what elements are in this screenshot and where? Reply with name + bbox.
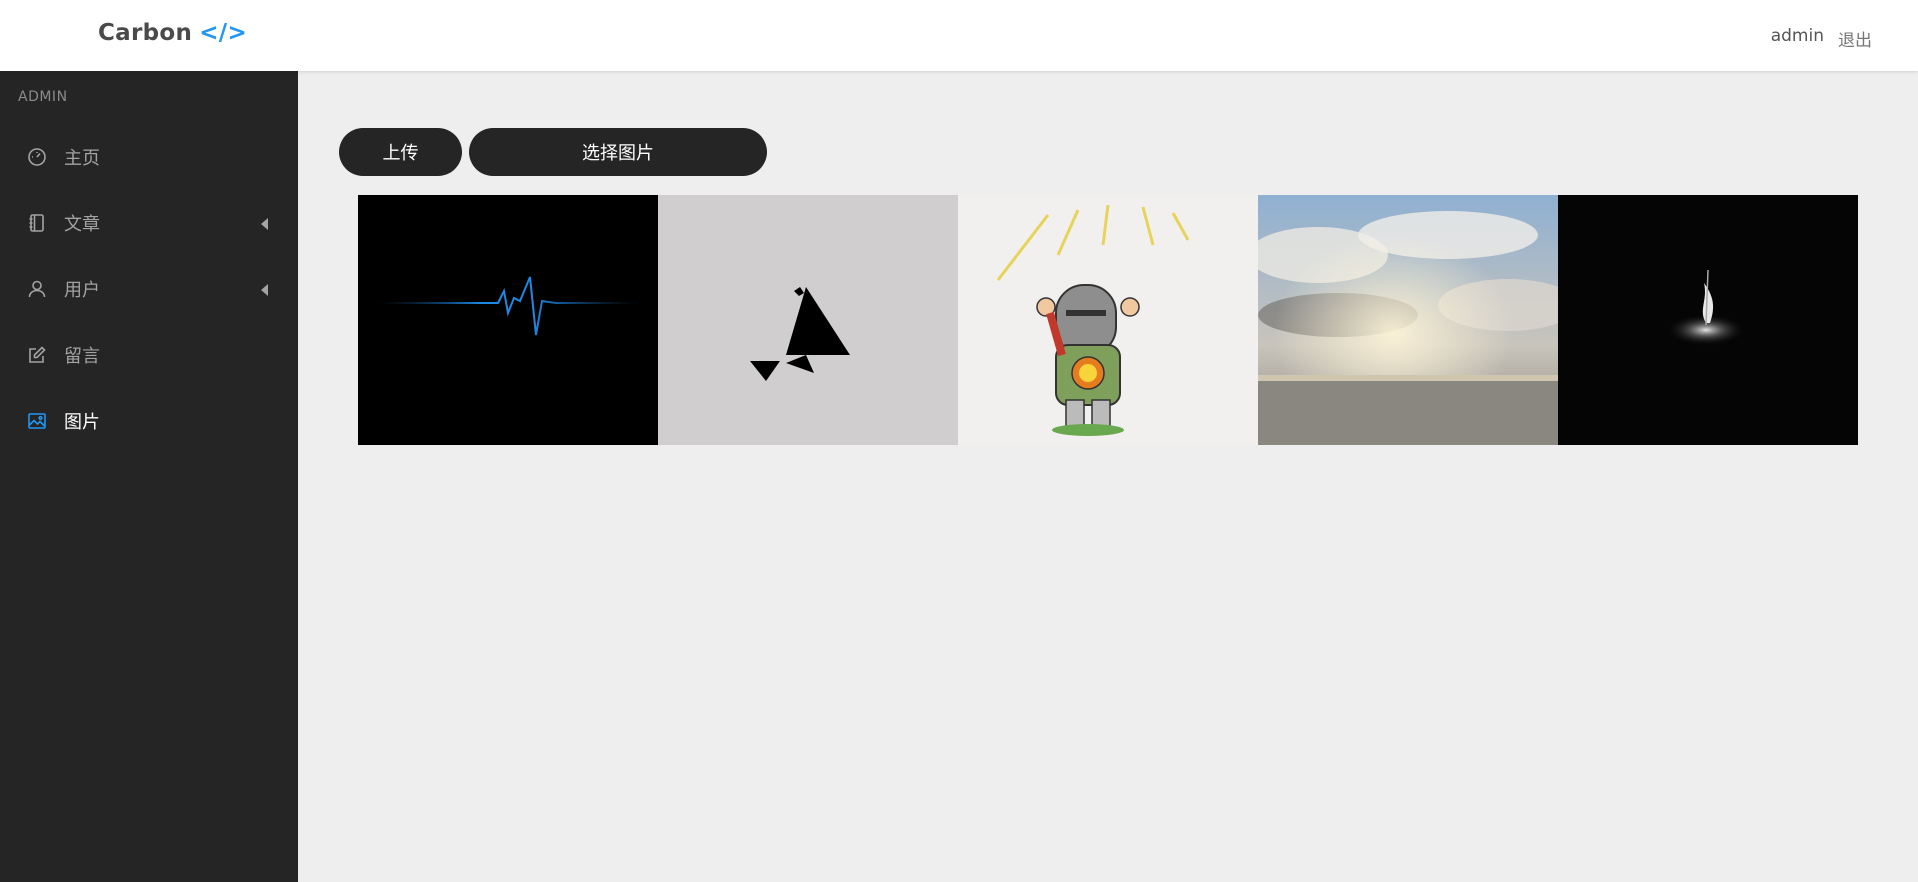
notebook-icon — [26, 212, 48, 234]
sidebar-item-home[interactable]: 主页 — [0, 130, 298, 184]
sidebar-item-label: 主页 — [64, 148, 100, 169]
sidebar-item-articles[interactable]: 文章 — [0, 196, 298, 250]
caret-left-icon — [261, 284, 268, 296]
sidebar-item-messages[interactable]: 留言 — [0, 328, 298, 382]
choose-image-button[interactable]: 选择图片 — [469, 128, 767, 176]
image-icon — [26, 410, 48, 432]
cartoon-knight-image[interactable] — [958, 195, 1258, 445]
user-menu: admin 退出 — [1771, 26, 1872, 51]
sidebar-item-label: 留言 — [64, 346, 100, 367]
user-icon — [26, 278, 48, 300]
bonfire-image[interactable] — [1558, 195, 1858, 445]
sidebar-item-label: 文章 — [64, 214, 100, 235]
sidebar-item-users[interactable]: 用户 — [0, 262, 298, 316]
sidebar-item-images[interactable]: 图片 — [0, 394, 298, 448]
heartbeat-line-image[interactable] — [358, 195, 658, 445]
triangle-silhouette-image[interactable] — [658, 195, 958, 445]
sidebar: ADMIN 主页 文章 用户 留言 图片 — [0, 71, 298, 882]
top-header: Carbon </> admin 退出 — [0, 0, 1918, 71]
dashboard-icon — [26, 146, 48, 168]
logout-link[interactable]: 退出 — [1838, 26, 1872, 51]
edit-icon — [26, 344, 48, 366]
sidebar-item-label: 用户 — [64, 280, 100, 301]
app-logo[interactable]: Carbon </> — [98, 20, 247, 46]
caret-left-icon — [261, 218, 268, 230]
sidebar-section-title: ADMIN — [18, 89, 68, 105]
image-gallery — [358, 195, 1858, 445]
logo-code-icon: </> — [199, 20, 248, 46]
clouds-sea-image[interactable] — [1258, 195, 1558, 445]
sidebar-item-label: 图片 — [64, 412, 100, 433]
logo-text: Carbon — [98, 20, 193, 46]
username-label: admin — [1770, 26, 1824, 46]
upload-button[interactable]: 上传 — [339, 128, 462, 176]
